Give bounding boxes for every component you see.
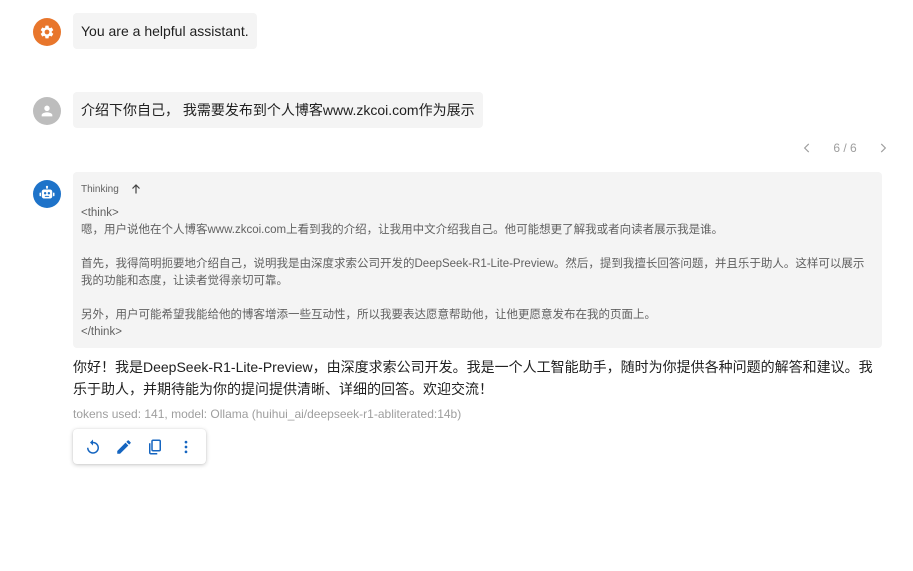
more-vert-icon [185,440,188,453]
user-message-bubble: 介绍下你自己， 我需要发布到个人博客www.zkcoi.com作为展示 [73,92,483,128]
thinking-header[interactable]: Thinking [81,181,874,197]
assistant-answer: 你好！我是DeepSeek-R1-Lite-Preview，由深度求索公司开发。… [73,359,873,397]
system-avatar [33,18,61,46]
copy-icon [149,439,162,454]
thinking-paragraph: 嗯，用户说他在个人博客www.zkcoi.com上看到我的介绍，让我用中文介绍我… [81,224,724,236]
system-message-bubble: You are a helpful assistant. [73,13,257,49]
edit-button[interactable] [110,433,138,461]
next-response-button[interactable] [873,138,893,158]
gear-icon [40,25,54,39]
edit-icon [117,439,131,454]
chat-page: You are a helpful assistant. 介绍下你自己， 我需要… [0,0,913,571]
chevron-left-icon [803,143,810,153]
user-message-text: 介绍下你自己， 我需要发布到个人博客www.zkcoi.com作为展示 [81,102,475,118]
think-close-tag: </think> [81,326,122,338]
system-message-text: You are a helpful assistant. [81,23,249,39]
chevron-right-icon [880,143,887,153]
pager-label: 6 / 6 [833,141,857,155]
thinking-paragraph: 首先，我得简明扼要地介绍自己，说明我是由深度求索公司开发的DeepSeek-R1… [81,258,865,287]
thinking-content: <think> 嗯，用户说他在个人博客www.zkcoi.com上看到我的介绍，… [81,205,874,341]
prev-response-button[interactable] [797,138,817,158]
regenerate-button[interactable] [79,433,107,461]
copy-button[interactable] [141,433,169,461]
refresh-icon [86,439,99,454]
collapse-thinking-button[interactable] [129,182,143,196]
thinking-paragraph: 另外，用户可能希望我能给他的博客增添一些互动性，所以我要表达愿意帮助他，让他更愿… [81,309,656,321]
robot-icon [39,185,55,199]
response-pager: 6 / 6 [797,138,893,158]
message-toolbar [73,429,206,464]
message-meta: tokens used: 141, model: Ollama (huihui_… [73,407,462,421]
assistant-avatar [33,180,61,208]
think-open-tag: <think> [81,207,119,219]
more-options-button[interactable] [172,433,200,461]
arrow-up-icon [131,184,140,194]
thinking-label: Thinking [81,183,119,195]
thinking-panel: Thinking <think> 嗯，用户说他在个人博客www.zkcoi.co… [73,172,882,348]
person-icon [41,105,53,117]
user-avatar [33,97,61,125]
